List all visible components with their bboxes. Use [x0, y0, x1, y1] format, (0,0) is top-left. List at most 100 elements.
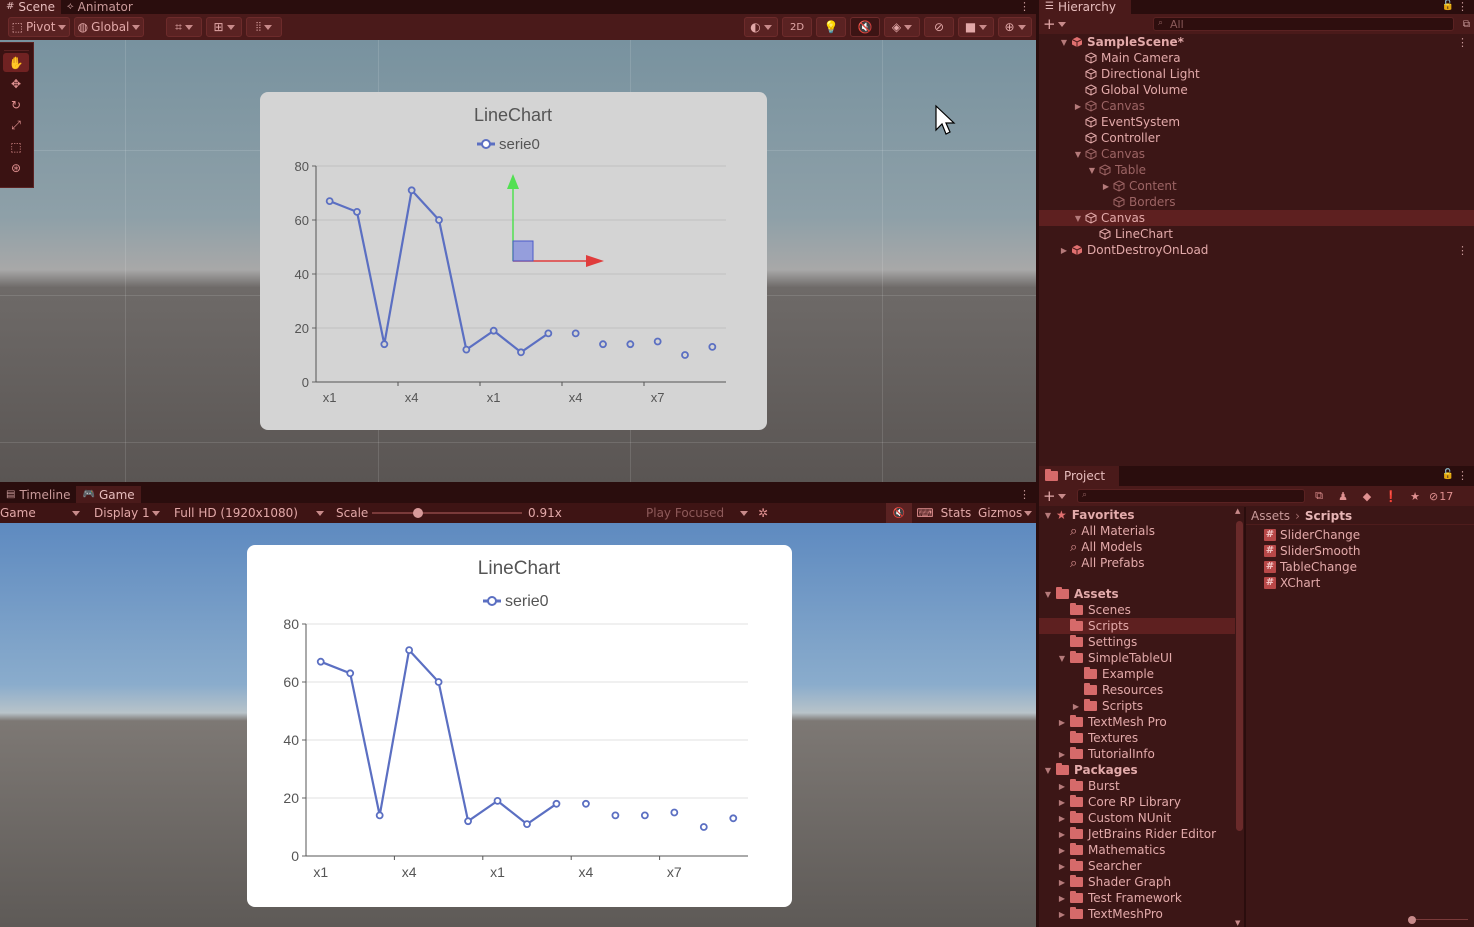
grid-snap-button[interactable]: ⌗ — [166, 17, 202, 37]
expand-arrow-right-icon[interactable]: ▶ — [1057, 862, 1067, 871]
hierarchy-item[interactable]: LineChart — [1039, 226, 1474, 242]
camera-settings-button[interactable]: ■ — [958, 17, 994, 37]
tab-hierarchy[interactable]: ☰ Hierarchy — [1039, 0, 1131, 14]
hierarchy-item[interactable]: ▶ Canvas — [1039, 98, 1474, 114]
tree-scrollbar-thumb[interactable] — [1236, 521, 1243, 831]
expand-arrow-right-icon[interactable]: ▶ — [1057, 750, 1067, 759]
project-tree-item[interactable]: ▶ Custom NUnit — [1039, 810, 1235, 826]
project-tree-item[interactable]: ▶ Test Framework — [1039, 890, 1235, 906]
hierarchy-item[interactable]: ▼ Canvas — [1039, 146, 1474, 162]
project-tree-item[interactable]: ⌕ All Models — [1039, 539, 1235, 555]
expand-arrow-down-icon[interactable]: ▼ — [1043, 766, 1053, 775]
expand-arrow-right-icon[interactable]: ▶ — [1057, 878, 1067, 887]
expand-arrow-down-icon[interactable]: ▼ — [1043, 511, 1053, 520]
project-tree-item[interactable]: Example — [1039, 666, 1235, 682]
project-tree-item[interactable]: ⌕ All Prefabs — [1039, 555, 1235, 571]
move-gizmo[interactable] — [500, 168, 610, 268]
breadcrumb-assets[interactable]: Assets — [1251, 509, 1290, 523]
project-tree-item[interactable]: Resources — [1039, 682, 1235, 698]
expand-arrow-right-icon[interactable]: ▶ — [1057, 830, 1067, 839]
project-tree-item[interactable]: ▼ Packages — [1039, 762, 1235, 778]
tab-scene[interactable]: # Scene — [0, 0, 61, 14]
lighting-toggle-button[interactable]: 💡 — [816, 17, 846, 37]
project-tree-item[interactable]: ▶ Core RP Library — [1039, 794, 1235, 810]
tab-project[interactable]: Project — [1039, 466, 1119, 486]
scene-visibility-icon[interactable]: ⧉ — [1454, 19, 1470, 30]
project-tree-item[interactable]: ▶ Shader Graph — [1039, 874, 1235, 890]
hierarchy-item[interactable]: Directional Light — [1039, 66, 1474, 82]
search-by-type-icon[interactable]: ⧉ — [1309, 489, 1329, 503]
lock-icon[interactable]: 🔓 — [1442, 469, 1454, 480]
audio-toggle-button[interactable]: 🔇 — [850, 17, 880, 37]
breadcrumb-scripts[interactable]: Scripts — [1305, 509, 1352, 523]
hierarchy-item[interactable]: Global Volume — [1039, 82, 1474, 98]
script-file-item[interactable]: # TableChange — [1264, 559, 1474, 575]
game-chart-card[interactable]: LineChart serie0 0 20 40 60 80 x1 x4 x1 x4 x7 — [247, 545, 792, 907]
lock-icon[interactable]: 🔓 — [1442, 0, 1454, 11]
scroll-down-icon[interactable]: ▼ — [1235, 919, 1240, 927]
expand-arrow-down-icon[interactable]: ▼ — [1073, 150, 1083, 159]
hidden-objects-button[interactable]: ⊘ — [924, 17, 954, 37]
expand-arrow-right-icon[interactable]: ▶ — [1059, 246, 1069, 255]
hierarchy-item[interactable]: Controller — [1039, 130, 1474, 146]
global-dropdown[interactable]: ◍ Global — [74, 17, 144, 37]
grid-visibility-button[interactable]: ⊞ — [206, 17, 242, 37]
project-tree-item[interactable]: ▶ TutorialInfo — [1039, 746, 1235, 762]
project-tree-item[interactable]: ⌕ All Materials — [1039, 523, 1235, 539]
script-file-item[interactable]: # SliderChange — [1264, 527, 1474, 543]
display-dropdown[interactable]: Display 1 — [84, 506, 164, 520]
star-icon[interactable]: ★ — [1405, 490, 1425, 503]
expand-arrow-down-icon[interactable]: ▼ — [1087, 166, 1097, 175]
project-tree-item[interactable]: ▼ SimpleTableUI — [1039, 650, 1235, 666]
gizmos-dropdown[interactable]: Gizmos — [974, 506, 1036, 520]
project-search-input[interactable]: ⌕ — [1077, 489, 1305, 503]
scale-slider-thumb[interactable] — [412, 508, 423, 518]
hierarchy-search-input[interactable]: ⌕ All — [1153, 17, 1454, 31]
expand-arrow-right-icon[interactable]: ▶ — [1057, 718, 1067, 727]
pivot-dropdown[interactable]: ⬚ Pivot — [8, 17, 70, 37]
rect-tool-button[interactable]: ⬚ — [3, 137, 29, 156]
hierarchy-menu-icon[interactable]: ⋮ — [1457, 0, 1468, 14]
game-menu-icon[interactable]: ⋮ — [1019, 486, 1030, 503]
scene-options-icon[interactable]: ⋮ — [1457, 244, 1468, 257]
scene-options-icon[interactable]: ⋮ — [1457, 36, 1468, 49]
create-asset-button[interactable]: + — [1043, 487, 1073, 505]
project-tree-item[interactable]: ▼ Assets — [1039, 586, 1235, 602]
hierarchy-item[interactable]: ▶ DontDestroyOnLoad ⋮ — [1039, 242, 1474, 258]
rotate-tool-button[interactable]: ↻ — [3, 95, 29, 114]
scale-slider[interactable] — [372, 503, 522, 523]
expand-arrow-right-icon[interactable]: ▶ — [1101, 182, 1111, 191]
project-tree-item[interactable]: ▶ Searcher — [1039, 858, 1235, 874]
expand-arrow-right-icon[interactable]: ▶ — [1071, 702, 1081, 711]
hierarchy-item[interactable]: Borders — [1039, 194, 1474, 210]
resolution-dropdown[interactable]: Full HD (1920x1080) — [164, 506, 328, 520]
expand-arrow-down-icon[interactable]: ▼ — [1043, 590, 1053, 599]
tab-animator[interactable]: ⟡ Animator — [61, 0, 139, 14]
expand-arrow-right-icon[interactable]: ▶ — [1057, 846, 1067, 855]
tree-scrollbar[interactable]: ▲ ▼ — [1235, 507, 1244, 927]
project-tree-item[interactable]: Scenes — [1039, 602, 1235, 618]
shortcuts-button[interactable]: ⌨ — [912, 506, 938, 520]
project-tree-item[interactable]: ▶ Burst — [1039, 778, 1235, 794]
expand-arrow-right-icon[interactable]: ▶ — [1057, 910, 1067, 919]
hierarchy-item[interactable]: ▼ Table — [1039, 162, 1474, 178]
expand-arrow-right-icon[interactable]: ▶ — [1073, 102, 1083, 111]
expand-arrow-right-icon[interactable]: ▶ — [1057, 798, 1067, 807]
project-tree-item[interactable]: ▶ Mathematics — [1039, 842, 1235, 858]
toggle-2d-button[interactable]: 2D — [782, 17, 812, 37]
hierarchy-item[interactable]: ▼ SampleScene* ⋮ — [1039, 34, 1474, 50]
project-tree-item[interactable]: Settings — [1039, 634, 1235, 650]
script-file-item[interactable]: # SliderSmooth — [1264, 543, 1474, 559]
game-view-dropdown[interactable]: Game — [0, 506, 84, 520]
increment-snap-button[interactable]: ⦙⦙ — [246, 17, 282, 37]
stats-button[interactable]: Stats — [938, 506, 974, 520]
expand-arrow-down-icon[interactable]: ▼ — [1057, 654, 1067, 663]
scroll-up-icon[interactable]: ▲ — [1235, 507, 1240, 515]
project-tree-item[interactable]: Textures — [1039, 730, 1235, 746]
hierarchy-item[interactable]: ▼ Canvas — [1039, 210, 1474, 226]
transform-tool-button[interactable]: ⊛ — [3, 158, 29, 177]
mute-audio-button[interactable]: 🔇 — [886, 503, 912, 523]
tab-game[interactable]: 🎮 Game — [76, 486, 141, 503]
add-object-button[interactable]: + — [1043, 15, 1073, 33]
project-tree-item[interactable]: ▶ TextMeshPro — [1039, 906, 1235, 922]
